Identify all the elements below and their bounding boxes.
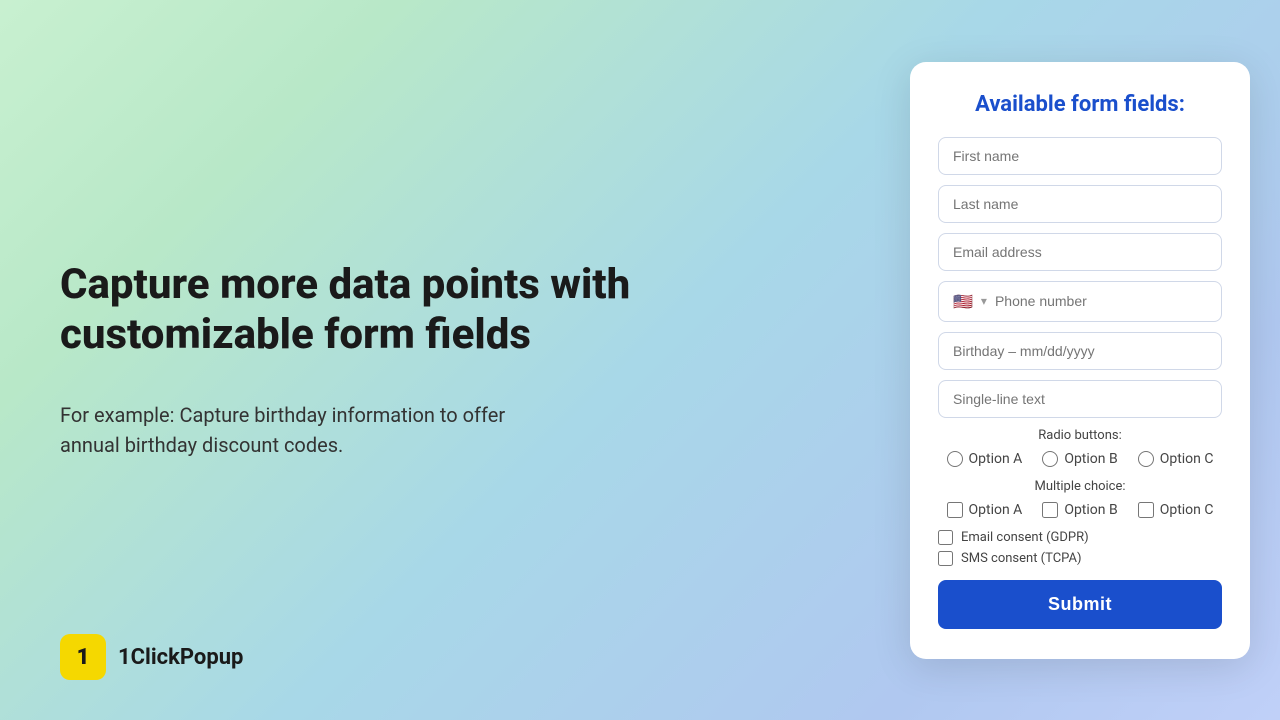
sms-consent-item[interactable]: SMS consent (TCPA) [938, 551, 1222, 566]
submit-button[interactable]: Submit [938, 580, 1222, 629]
radio-option-a[interactable]: Option A [947, 451, 1023, 467]
radio-label-c: Option C [1160, 451, 1214, 467]
multiple-choice-section: Multiple choice: Option A Option B Optio… [938, 479, 1222, 518]
checkbox-label-a: Option A [969, 502, 1023, 518]
sms-consent-checkbox[interactable] [938, 551, 953, 566]
checkbox-input-b[interactable] [1042, 502, 1058, 518]
email-consent-item[interactable]: Email consent (GDPR) [938, 530, 1222, 545]
consent-section: Email consent (GDPR) SMS consent (TCPA) [938, 530, 1222, 566]
single-line-input[interactable] [938, 380, 1222, 418]
logo-badge: 1 [60, 634, 106, 680]
checkbox-option-c[interactable]: Option C [1138, 502, 1214, 518]
birthday-input[interactable] [938, 332, 1222, 370]
left-panel: Capture more data points with customizab… [0, 0, 880, 720]
headline: Capture more data points with customizab… [60, 260, 820, 361]
radio-input-a[interactable] [947, 451, 963, 467]
radio-label-a: Option A [969, 451, 1023, 467]
right-panel: Available form fields: 🇺🇸 ▾ Radio button… [880, 0, 1280, 720]
checkbox-input-a[interactable] [947, 502, 963, 518]
radio-input-c[interactable] [1138, 451, 1154, 467]
logo-area: 1 1ClickPopup [60, 634, 243, 680]
checkbox-options-row: Option A Option B Option C [938, 502, 1222, 518]
form-title: Available form fields: [938, 92, 1222, 117]
logo-name: 1ClickPopup [118, 645, 243, 670]
radio-option-c[interactable]: Option C [1138, 451, 1214, 467]
radio-option-b[interactable]: Option B [1042, 451, 1117, 467]
sms-consent-label: SMS consent (TCPA) [961, 551, 1082, 566]
email-consent-checkbox[interactable] [938, 530, 953, 545]
phone-wrapper: 🇺🇸 ▾ [938, 281, 1222, 322]
checkbox-label-c: Option C [1160, 502, 1214, 518]
radio-label: Radio buttons: [938, 428, 1222, 443]
radio-input-b[interactable] [1042, 451, 1058, 467]
radio-options-row: Option A Option B Option C [938, 451, 1222, 467]
phone-input[interactable] [995, 293, 1207, 309]
last-name-input[interactable] [938, 185, 1222, 223]
radio-label-b: Option B [1064, 451, 1117, 467]
first-name-input[interactable] [938, 137, 1222, 175]
radio-section: Radio buttons: Option A Option B Option … [938, 428, 1222, 467]
checkbox-input-c[interactable] [1138, 502, 1154, 518]
multiple-choice-label: Multiple choice: [938, 479, 1222, 494]
checkbox-option-a[interactable]: Option A [947, 502, 1023, 518]
subtext: For example: Capture birthday informatio… [60, 400, 540, 460]
checkbox-option-b[interactable]: Option B [1042, 502, 1117, 518]
email-input[interactable] [938, 233, 1222, 271]
email-consent-label: Email consent (GDPR) [961, 530, 1089, 545]
phone-dropdown-icon[interactable]: ▾ [981, 294, 987, 308]
phone-flag-icon: 🇺🇸 [953, 292, 973, 311]
form-card: Available form fields: 🇺🇸 ▾ Radio button… [910, 62, 1250, 659]
checkbox-label-b: Option B [1064, 502, 1117, 518]
